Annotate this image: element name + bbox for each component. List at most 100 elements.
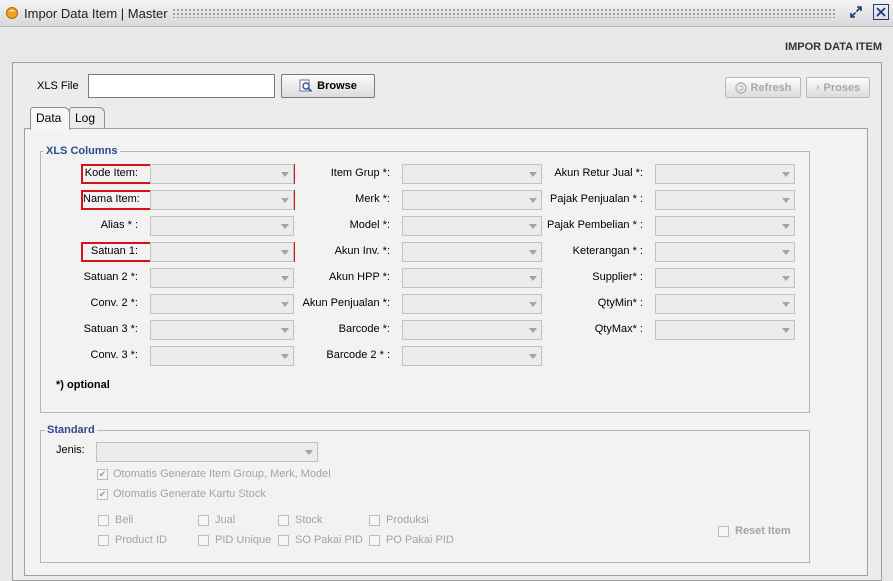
pid-unique-label: PID Unique: [215, 534, 272, 546]
chevron-down-icon: [782, 172, 790, 177]
jenis-combo[interactable]: [96, 442, 318, 462]
chevron-down-icon: [281, 198, 289, 203]
chevron-down-icon: [782, 328, 790, 333]
conv-2-label: Conv. 2 *:: [90, 297, 139, 309]
close-icon[interactable]: [873, 4, 889, 20]
kode-item-row: Kode Item:: [81, 164, 295, 184]
xls-file-input[interactable]: [88, 74, 275, 98]
proses-button[interactable]: › Proses: [806, 77, 870, 98]
chevron-down-icon: [782, 250, 790, 255]
pajak-penjualan-combo[interactable]: [655, 190, 795, 210]
chevron-down-icon: [529, 250, 537, 255]
produksi-checkbox[interactable]: [369, 515, 380, 526]
akun-retur-jual-combo[interactable]: [655, 164, 795, 184]
barcode-2-label: Barcode 2 * :: [326, 349, 390, 361]
auto-kartu-checkbox[interactable]: ✔: [97, 489, 108, 500]
standard-legend: Standard: [45, 424, 97, 436]
qtymax-label: QtyMax* :: [594, 323, 643, 335]
item-grup-combo[interactable]: [402, 164, 542, 184]
supplier-label: Supplier* :: [592, 271, 643, 283]
tab-data[interactable]: Data: [30, 107, 70, 130]
refresh-icon: [734, 81, 747, 94]
browse-label: Browse: [317, 80, 357, 92]
nama-item-label: Nama Item:: [83, 193, 140, 205]
conv-2-combo[interactable]: [150, 294, 294, 314]
restore-icon[interactable]: [848, 4, 864, 20]
akun-hpp-combo[interactable]: [402, 268, 542, 288]
satuan-2-combo[interactable]: [150, 268, 294, 288]
satuan-2-row: Satuan 2 *:: [81, 268, 295, 288]
pid-unique-checkbox[interactable]: [198, 535, 209, 546]
satuan-1-combo[interactable]: [150, 242, 294, 262]
akun-inv-label: Akun Inv. *:: [334, 245, 390, 257]
chevron-down-icon: [281, 172, 289, 177]
proses-label: Proses: [823, 81, 861, 94]
app-icon: [6, 7, 18, 19]
conv-3-combo[interactable]: [150, 346, 294, 366]
jual-label: Jual: [215, 514, 236, 526]
supplier-combo[interactable]: [655, 268, 795, 288]
auto-kartu-label: Otomatis Generate Kartu Stock: [113, 488, 266, 500]
alias-label: Alias * :: [100, 219, 138, 231]
merk-label: Merk *:: [355, 193, 390, 205]
chevron-down-icon: [281, 224, 289, 229]
satuan-3-label: Satuan 3 *:: [83, 323, 138, 335]
optional-note: *) optional: [56, 379, 110, 391]
satuan-3-combo[interactable]: [150, 320, 294, 340]
po-pakai-pid-checkbox[interactable]: [369, 535, 380, 546]
qtymin-label: QtyMin* :: [597, 297, 643, 309]
tab-log[interactable]: Log: [69, 107, 105, 129]
reset-item-label: Reset Item: [735, 525, 791, 537]
beli-checkbox[interactable]: [98, 515, 109, 526]
qtymax-combo[interactable]: [655, 320, 795, 340]
keterangan-combo[interactable]: [655, 242, 795, 262]
model-combo[interactable]: [402, 216, 542, 236]
satuan-1-label: Satuan 1:: [90, 245, 138, 257]
stock-checkbox[interactable]: [278, 515, 289, 526]
browse-button[interactable]: Browse: [281, 74, 375, 98]
barcode-2-combo[interactable]: [402, 346, 542, 366]
satuan-2-label: Satuan 2 *:: [83, 271, 138, 283]
chevron-right-icon: ›: [815, 81, 820, 94]
refresh-button[interactable]: Refresh: [725, 77, 801, 98]
chevron-down-icon: [529, 276, 537, 281]
model-label: Model *:: [349, 219, 390, 231]
reset-item-checkbox[interactable]: [718, 526, 729, 537]
conv-3-label: Conv. 3 *:: [90, 349, 139, 361]
beli-label: Beli: [115, 514, 134, 526]
satuan-1-row: Satuan 1:: [81, 242, 295, 262]
auto-group-checkbox[interactable]: ✔: [97, 469, 108, 480]
chevron-down-icon: [281, 250, 289, 255]
so-pakai-pid-checkbox[interactable]: [278, 535, 289, 546]
qtymin-combo[interactable]: [655, 294, 795, 314]
kode-item-combo[interactable]: [150, 164, 294, 184]
barcode-combo[interactable]: [402, 320, 542, 340]
akun-inv-combo[interactable]: [402, 242, 542, 262]
jenis-label: Jenis:: [56, 444, 85, 456]
jual-checkbox[interactable]: [198, 515, 209, 526]
pajak-penjualan-label: Pajak Penjualan * :: [550, 193, 643, 205]
pajak-pembelian-label: Pajak Pembelian * :: [547, 219, 643, 231]
product-id-checkbox[interactable]: [98, 535, 109, 546]
stock-label: Stock: [295, 514, 323, 526]
chevron-down-icon: [281, 276, 289, 281]
pajak-pembelian-combo[interactable]: [655, 216, 795, 236]
alias-combo[interactable]: [150, 216, 294, 236]
nama-item-row: Nama Item:: [81, 190, 295, 210]
xls-columns-legend: XLS Columns: [44, 145, 120, 157]
refresh-label: Refresh: [750, 81, 792, 94]
nama-item-combo[interactable]: [150, 190, 294, 210]
chevron-down-icon: [529, 328, 537, 333]
akun-retur-jual-label: Akun Retur Jual *:: [554, 167, 643, 179]
keterangan-label: Keterangan * :: [572, 245, 643, 257]
akun-penjualan-combo[interactable]: [402, 294, 542, 314]
chevron-down-icon: [281, 354, 289, 359]
barcode-label: Barcode *:: [338, 323, 390, 335]
produksi-label: Produksi: [386, 514, 429, 526]
title-bar-grip: [172, 8, 836, 18]
chevron-down-icon: [529, 198, 537, 203]
chevron-down-icon: [782, 302, 790, 307]
merk-combo[interactable]: [402, 190, 542, 210]
chevron-down-icon: [529, 172, 537, 177]
chevron-down-icon: [281, 302, 289, 307]
